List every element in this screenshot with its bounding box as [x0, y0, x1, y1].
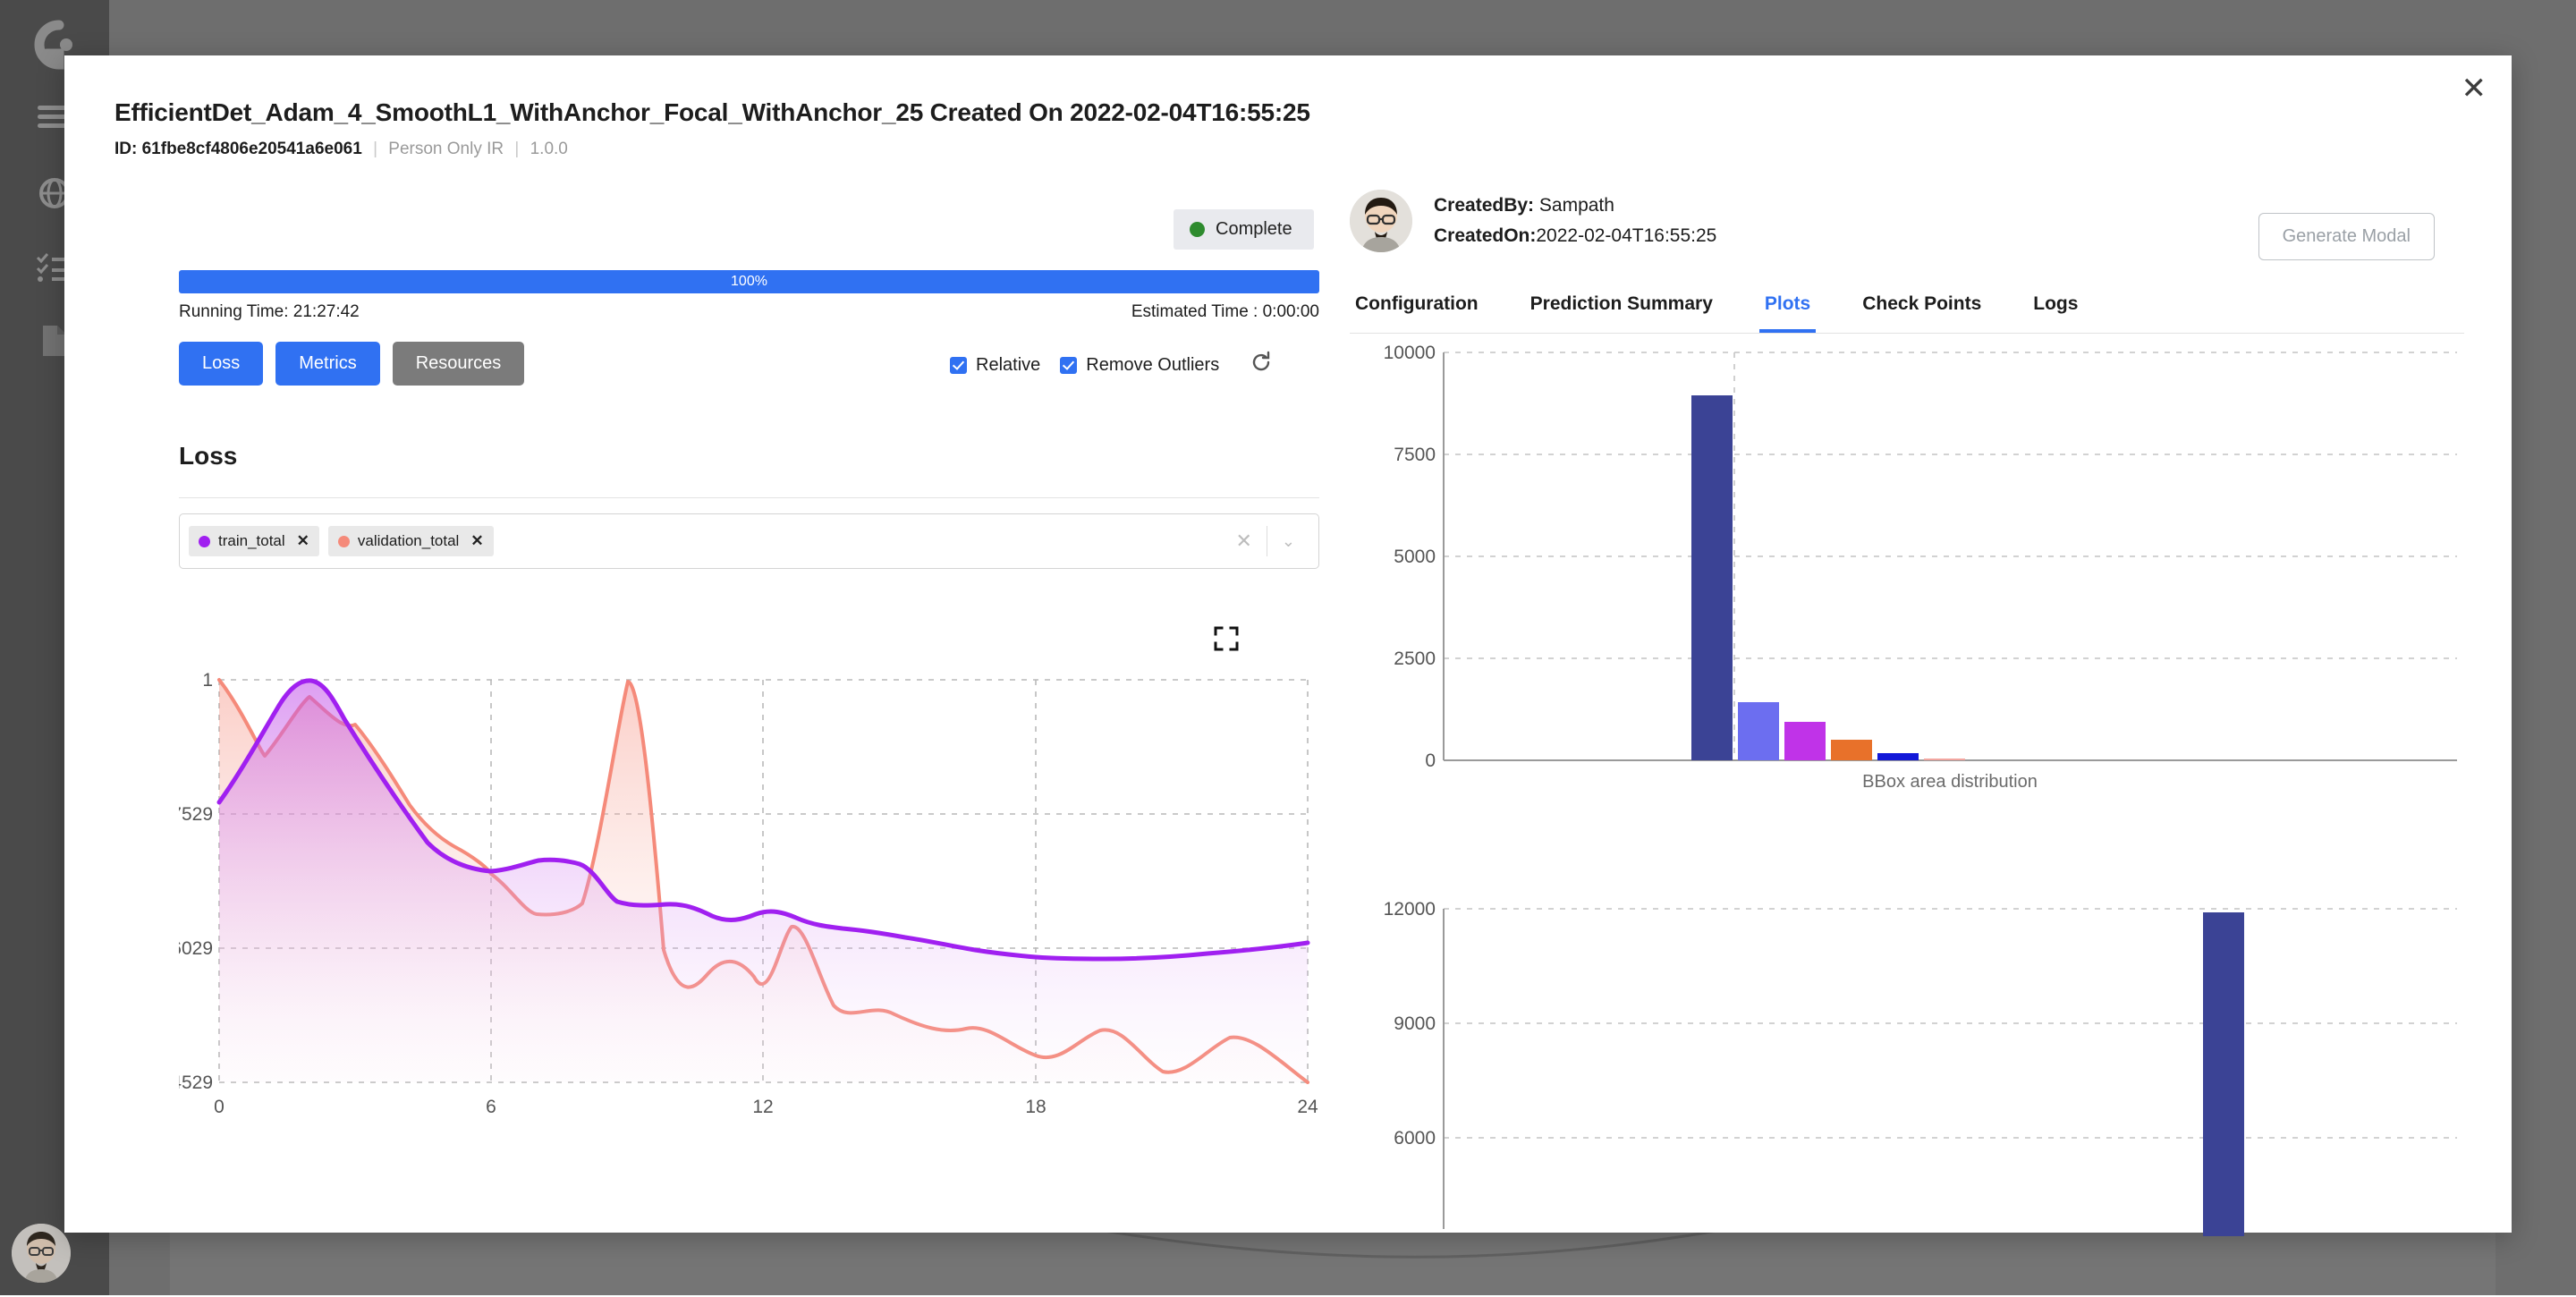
x-tick-24: 24 [1297, 1097, 1318, 1117]
experiment-detail-modal: ✕ EfficientDet_Adam_4_SmoothL1_WithAncho… [64, 55, 2512, 1233]
y-tick-7500: 7500 [1394, 445, 1436, 465]
avatar [1350, 190, 1412, 252]
created-by-label: CreatedBy: [1434, 195, 1534, 216]
table-row[interactable] [1831, 740, 1872, 760]
bbox-chart-y-ticks: 10000 7500 5000 2500 0 [1384, 343, 1436, 771]
second-distribution-chart[interactable]: 12000 9000 6000 [1350, 896, 2464, 1236]
meta-separator-1: | [373, 140, 377, 158]
chip-train-total-dot-icon [199, 536, 210, 547]
y-tick-6000: 6000 [1394, 1128, 1436, 1149]
chart-options-row: Relative Remove Outliers [950, 351, 1273, 379]
bbox-chart-x-axis-label: BBox area distribution [1862, 772, 2038, 792]
loss-panel: EfficientDet_Adam_4_SmoothL1_WithAnchor_… [64, 55, 1321, 1233]
status-row: Complete [1174, 209, 1314, 250]
fullscreen-icon[interactable] [1214, 626, 1239, 651]
tab-configuration[interactable]: Configuration [1350, 290, 1484, 333]
sidebar-user-avatar[interactable] [12, 1224, 71, 1283]
resources-button[interactable]: Resources [393, 342, 525, 386]
second-chart-gridlines [1444, 909, 2457, 1138]
loss-section-divider [179, 497, 1319, 498]
created-by-line: CreatedBy: Sampath [1434, 191, 1716, 221]
page-title: EfficientDet_Adam_4_SmoothL1_WithAnchor_… [114, 98, 1321, 127]
tab-check-points[interactable]: Check Points [1857, 290, 1987, 333]
y-tick-5000: 5000 [1394, 547, 1436, 567]
plots-tabs: Configuration Prediction Summary Plots C… [1350, 290, 2464, 334]
metrics-button[interactable]: Metrics [275, 342, 379, 386]
table-row[interactable] [1738, 702, 1779, 760]
x-tick-0: 0 [214, 1097, 225, 1117]
y-tick-0-4529: 0.4529 [179, 1072, 213, 1093]
y-tick-2500: 2500 [1394, 648, 1436, 669]
created-on-value: 2022-02-04T16:55:25 [1536, 225, 1716, 246]
relative-checkbox-box[interactable] [950, 357, 967, 374]
x-tick-18: 18 [1025, 1097, 1046, 1117]
status-dot-icon [1190, 222, 1205, 237]
progress-bar-fill: 100% [179, 270, 1319, 293]
y-tick-10000: 10000 [1384, 343, 1436, 363]
second-chart-y-ticks: 12000 9000 6000 [1384, 899, 1436, 1149]
clear-all-icon[interactable]: ✕ [1235, 530, 1266, 553]
dataset-name: Person Only IR [388, 140, 504, 158]
progress-bar: 100% [179, 270, 1319, 293]
x-tick-6: 6 [486, 1097, 496, 1117]
tab-plots[interactable]: Plots [1759, 290, 1816, 333]
chip-validation-total-remove-icon[interactable]: ✕ [470, 532, 483, 550]
created-on-label: CreatedOn: [1434, 225, 1536, 246]
chip-validation-total-label: validation_total [358, 532, 459, 550]
chip-train-total[interactable]: train_total ✕ [189, 526, 319, 556]
table-row[interactable] [1784, 722, 1826, 760]
relative-checkbox[interactable]: Relative [950, 355, 1040, 376]
created-on-line: CreatedOn:2022-02-04T16:55:25 [1434, 221, 1716, 251]
id-label: ID: [114, 140, 137, 158]
relative-checkbox-label: Relative [976, 355, 1040, 376]
loss-area-chart[interactable]: 1 0.7529 0.6029 0.4529 0 6 12 18 24 [179, 673, 1319, 1227]
tab-prediction-summary[interactable]: Prediction Summary [1525, 290, 1718, 333]
loss-section-heading: Loss [179, 442, 237, 470]
loss-chart-y-ticks: 1 0.7529 0.6029 0.4529 [179, 673, 213, 1093]
chip-train-total-label: train_total [218, 532, 285, 550]
table-row[interactable] [2203, 912, 2244, 1236]
remove-outliers-checkbox-label: Remove Outliers [1086, 355, 1219, 376]
loss-chart-x-ticks: 0 6 12 18 24 [214, 1097, 1318, 1117]
meta-separator-2: | [514, 140, 519, 158]
remove-outliers-checkbox[interactable]: Remove Outliers [1060, 355, 1219, 376]
y-tick-1: 1 [202, 673, 213, 691]
y-tick-0: 0 [1425, 750, 1436, 771]
estimated-time: Estimated Time : 0:00:00 [1131, 302, 1319, 322]
y-tick-0-6029: 0.6029 [179, 938, 213, 959]
status-badge[interactable]: Complete [1174, 209, 1314, 250]
bbox-chart-bars [1691, 395, 1965, 760]
refresh-icon[interactable] [1250, 351, 1273, 379]
table-row[interactable] [1691, 395, 1733, 760]
table-row[interactable] [1924, 759, 1965, 760]
series-selector[interactable]: train_total ✕ validation_total ✕ ✕ ⌄ [179, 513, 1319, 569]
table-row[interactable] [1877, 753, 1919, 760]
loss-button[interactable]: Loss [179, 342, 263, 386]
generate-modal-button[interactable]: Generate Modal [2258, 213, 2435, 260]
status-label: Complete [1216, 219, 1292, 240]
running-time: Running Time: 21:27:42 [179, 302, 360, 322]
second-chart-bars [2203, 912, 2244, 1236]
chip-train-total-remove-icon[interactable]: ✕ [297, 532, 309, 550]
tab-logs[interactable]: Logs [2028, 290, 2083, 333]
plots-panel: CreatedBy: Sampath CreatedOn:2022-02-04T… [1350, 55, 2512, 1233]
remove-outliers-checkbox-box[interactable] [1060, 357, 1077, 374]
id-value: 61fbe8cf4806e20541a6e061 [142, 140, 362, 158]
model-version: 1.0.0 [530, 140, 568, 158]
x-tick-12: 12 [752, 1097, 773, 1117]
time-row: Running Time: 21:27:42 Estimated Time : … [179, 302, 1319, 322]
creator-text: CreatedBy: Sampath CreatedOn:2022-02-04T… [1434, 191, 1716, 251]
bbox-area-distribution-chart[interactable]: 10000 7500 5000 2500 0 BBox area distrib… [1350, 340, 2464, 877]
metric-toggle-buttons: Loss Metrics Resources [179, 342, 524, 386]
created-by-value: Sampath [1539, 195, 1614, 216]
chip-validation-total[interactable]: validation_total ✕ [328, 526, 494, 556]
chevron-down-icon[interactable]: ⌄ [1267, 532, 1309, 551]
chip-validation-total-dot-icon [338, 536, 350, 547]
creator-block: CreatedBy: Sampath CreatedOn:2022-02-04T… [1350, 190, 1716, 252]
experiment-meta: ID: 61fbe8cf4806e20541a6e061 | Person On… [114, 140, 1321, 159]
y-tick-9000: 9000 [1394, 1013, 1436, 1034]
y-tick-0-7529: 0.7529 [179, 804, 213, 825]
y-tick-12000: 12000 [1384, 899, 1436, 920]
bbox-chart-gridlines [1444, 352, 2457, 760]
